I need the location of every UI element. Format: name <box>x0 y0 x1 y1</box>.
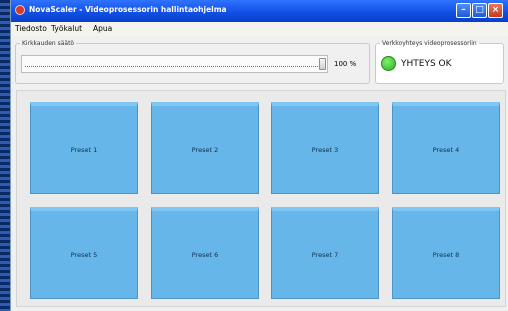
preset-button-8[interactable]: Preset 8 <box>392 207 500 299</box>
brightness-slider[interactable] <box>21 55 328 73</box>
menu-item-tiedosto[interactable]: Tiedosto <box>15 24 47 33</box>
preset-button-1[interactable]: Preset 1 <box>30 102 138 194</box>
close-icon[interactable]: × <box>488 3 503 18</box>
menu-bar: Tiedosto Työkalut Apua <box>11 22 508 36</box>
preset-button-5[interactable]: Preset 5 <box>30 207 138 299</box>
preset-button-6[interactable]: Preset 6 <box>151 207 259 299</box>
slider-ticks <box>25 66 324 68</box>
connection-status: YHTEYS OK <box>401 59 452 69</box>
brightness-group-label: Kirkkauden säätö <box>22 40 75 47</box>
menu-item-apua[interactable]: Apua <box>93 24 112 33</box>
brightness-group: Kirkkauden säätö 100 % <box>15 40 370 84</box>
preset-button-2[interactable]: Preset 2 <box>151 102 259 194</box>
preset-panel: Preset 1 Preset 2 Preset 3 Preset 4 Pres… <box>16 90 506 307</box>
minimize-icon[interactable]: – <box>456 3 471 18</box>
preset-button-4[interactable]: Preset 4 <box>392 102 500 194</box>
brightness-value: 100 % <box>334 60 357 68</box>
app-icon <box>15 5 25 15</box>
desktop-background <box>0 0 10 311</box>
app-window: NovaScaler - Videoprosessorin hallintaoh… <box>10 0 508 311</box>
preset-button-3[interactable]: Preset 3 <box>271 102 379 194</box>
network-group-label: Verkkoyhteys videoprosessoriin <box>382 40 477 47</box>
menu-item-tyokalut[interactable]: Työkalut <box>51 24 82 33</box>
status-led-icon <box>381 56 396 71</box>
title-bar[interactable]: NovaScaler - Videoprosessorin hallintaoh… <box>11 0 508 22</box>
slider-thumb[interactable] <box>319 58 326 70</box>
preset-button-7[interactable]: Preset 7 <box>271 207 379 299</box>
maximize-icon[interactable]: □ <box>472 3 487 18</box>
network-group: Verkkoyhteys videoprosessoriin YHTEYS OK <box>375 40 504 84</box>
window-title: NovaScaler - Videoprosessorin hallintaoh… <box>29 5 227 14</box>
